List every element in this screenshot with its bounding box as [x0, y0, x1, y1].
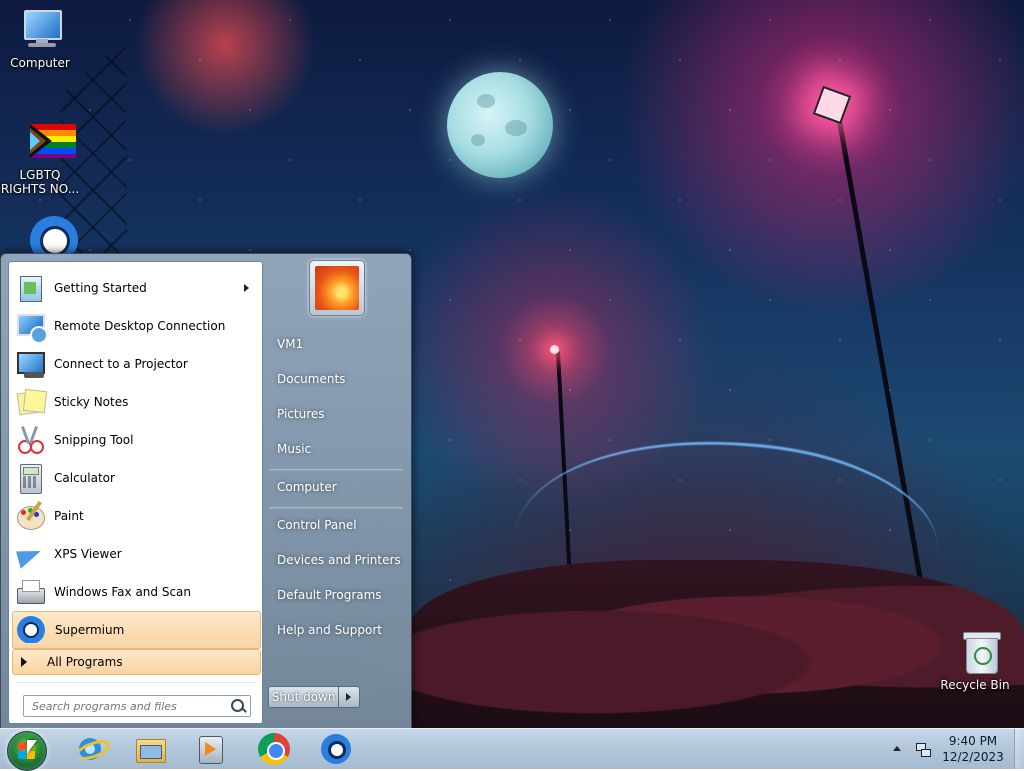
link-help-support[interactable]: Help and Support [277, 623, 382, 637]
link-music[interactable]: Music [277, 442, 311, 456]
taskbar: 9:40 PM 12/2/2023 [0, 728, 1024, 771]
shutdown-button[interactable]: Shut down [268, 686, 340, 708]
program-label: XPS Viewer [54, 547, 122, 561]
taskbar-internet-explorer[interactable] [64, 731, 116, 767]
submenu-arrow-icon[interactable] [244, 284, 249, 292]
show-desktop-button[interactable] [1014, 729, 1024, 769]
moon [447, 72, 553, 178]
mouse-cursor-icon [27, 740, 37, 754]
link-documents[interactable]: Documents [277, 372, 345, 386]
taskbar-file-explorer[interactable] [124, 731, 176, 767]
taskbar-chrome[interactable] [248, 731, 300, 767]
link-default-programs[interactable]: Default Programs [277, 588, 382, 602]
divider [17, 643, 255, 644]
program-label: Supermium [55, 623, 125, 637]
divider [269, 469, 403, 471]
file-explorer-icon [134, 735, 166, 763]
divider [269, 507, 403, 509]
program-label: Calculator [54, 471, 115, 485]
link-user-vm1[interactable]: VM1 [277, 337, 303, 351]
remote-desktop-icon [14, 310, 48, 344]
link-pictures[interactable]: Pictures [277, 407, 325, 421]
media-player-icon [195, 734, 225, 764]
getting-started-icon [14, 272, 46, 304]
flower-avatar-icon [315, 266, 359, 310]
show-hidden-icons-arrow-icon[interactable] [893, 746, 901, 751]
start-menu-programs-pane: Getting Started Remote Desktop Connectio… [8, 261, 263, 724]
search-icon-handle [241, 707, 247, 713]
xps-viewer-icon [14, 538, 46, 570]
street-lamp-center [550, 345, 559, 354]
desktop-icon-label: Computer [10, 56, 70, 70]
scissors-icon [14, 424, 46, 456]
all-programs-button[interactable]: All Programs [12, 649, 261, 675]
program-paint[interactable]: Paint [12, 498, 259, 534]
supermium-icon [16, 212, 78, 264]
program-fax-scan[interactable]: Windows Fax and Scan [12, 574, 259, 610]
start-menu-links-pane: VM1 Documents Pictures Music Computer Co… [263, 254, 411, 729]
fax-scanner-icon [14, 576, 46, 608]
recycle-bin-icon [951, 630, 1001, 674]
all-programs-label: All Programs [47, 655, 123, 669]
link-control-panel[interactable]: Control Panel [277, 518, 357, 532]
divider [17, 682, 255, 683]
search-input[interactable] [30, 696, 224, 716]
pride-flag-icon [16, 120, 76, 164]
taskbar-media-player[interactable] [184, 731, 236, 767]
program-label: Getting Started [54, 281, 147, 295]
link-computer[interactable]: Computer [277, 480, 337, 494]
program-getting-started[interactable]: Getting Started [12, 270, 259, 306]
supermium-icon [15, 614, 47, 646]
computer-icon [16, 8, 64, 52]
desktop-icon-recycle-bin[interactable]: Recycle Bin [935, 630, 1015, 692]
program-label: Connect to a Projector [54, 357, 188, 371]
shutdown-options-arrow-icon[interactable] [339, 686, 360, 708]
taskbar-supermium[interactable] [310, 731, 362, 767]
sticky-notes-icon [14, 386, 48, 418]
supermium-icon [320, 733, 352, 765]
shutdown-control: Shut down [268, 686, 360, 708]
link-devices-printers[interactable]: Devices and Printers [277, 553, 401, 567]
program-label: Windows Fax and Scan [54, 585, 192, 599]
program-label: Remote Desktop Connection [54, 319, 226, 333]
program-snipping-tool[interactable]: Snipping Tool [12, 422, 259, 458]
desktop-icon-label: Recycle Bin [940, 678, 1010, 692]
program-xps-viewer[interactable]: XPS Viewer [12, 536, 259, 572]
program-calculator[interactable]: Calculator [12, 460, 259, 496]
user-picture[interactable] [309, 260, 365, 316]
program-remote-desktop[interactable]: Remote Desktop Connection [12, 308, 259, 344]
clock-date[interactable]: 12/2/2023 [938, 750, 1008, 764]
desktop-icon-computer[interactable]: Computer [0, 8, 80, 70]
program-connect-projector[interactable]: Connect to a Projector [12, 346, 259, 382]
desktop-icon-lgbtq[interactable]: LGBTQ RIGHTS NO... [0, 120, 80, 196]
desktop-icon-label: LGBTQ RIGHTS NO... [0, 168, 80, 196]
chrome-icon [258, 733, 290, 765]
program-sticky-notes[interactable]: Sticky Notes [12, 384, 259, 420]
tree-silhouettes [410, 560, 1024, 728]
search-box[interactable] [23, 695, 251, 717]
internet-explorer-icon [73, 734, 113, 764]
projector-icon [14, 348, 46, 380]
paint-palette-icon [14, 500, 46, 532]
start-menu: Getting Started Remote Desktop Connectio… [0, 253, 412, 730]
calculator-icon [14, 462, 46, 494]
clock-time[interactable]: 9:40 PM [938, 734, 1008, 748]
program-label: Sticky Notes [54, 395, 129, 409]
program-label: Snipping Tool [54, 433, 134, 447]
all-programs-arrow-icon [21, 657, 27, 667]
network-icon[interactable] [914, 741, 931, 757]
program-label: Paint [54, 509, 84, 523]
